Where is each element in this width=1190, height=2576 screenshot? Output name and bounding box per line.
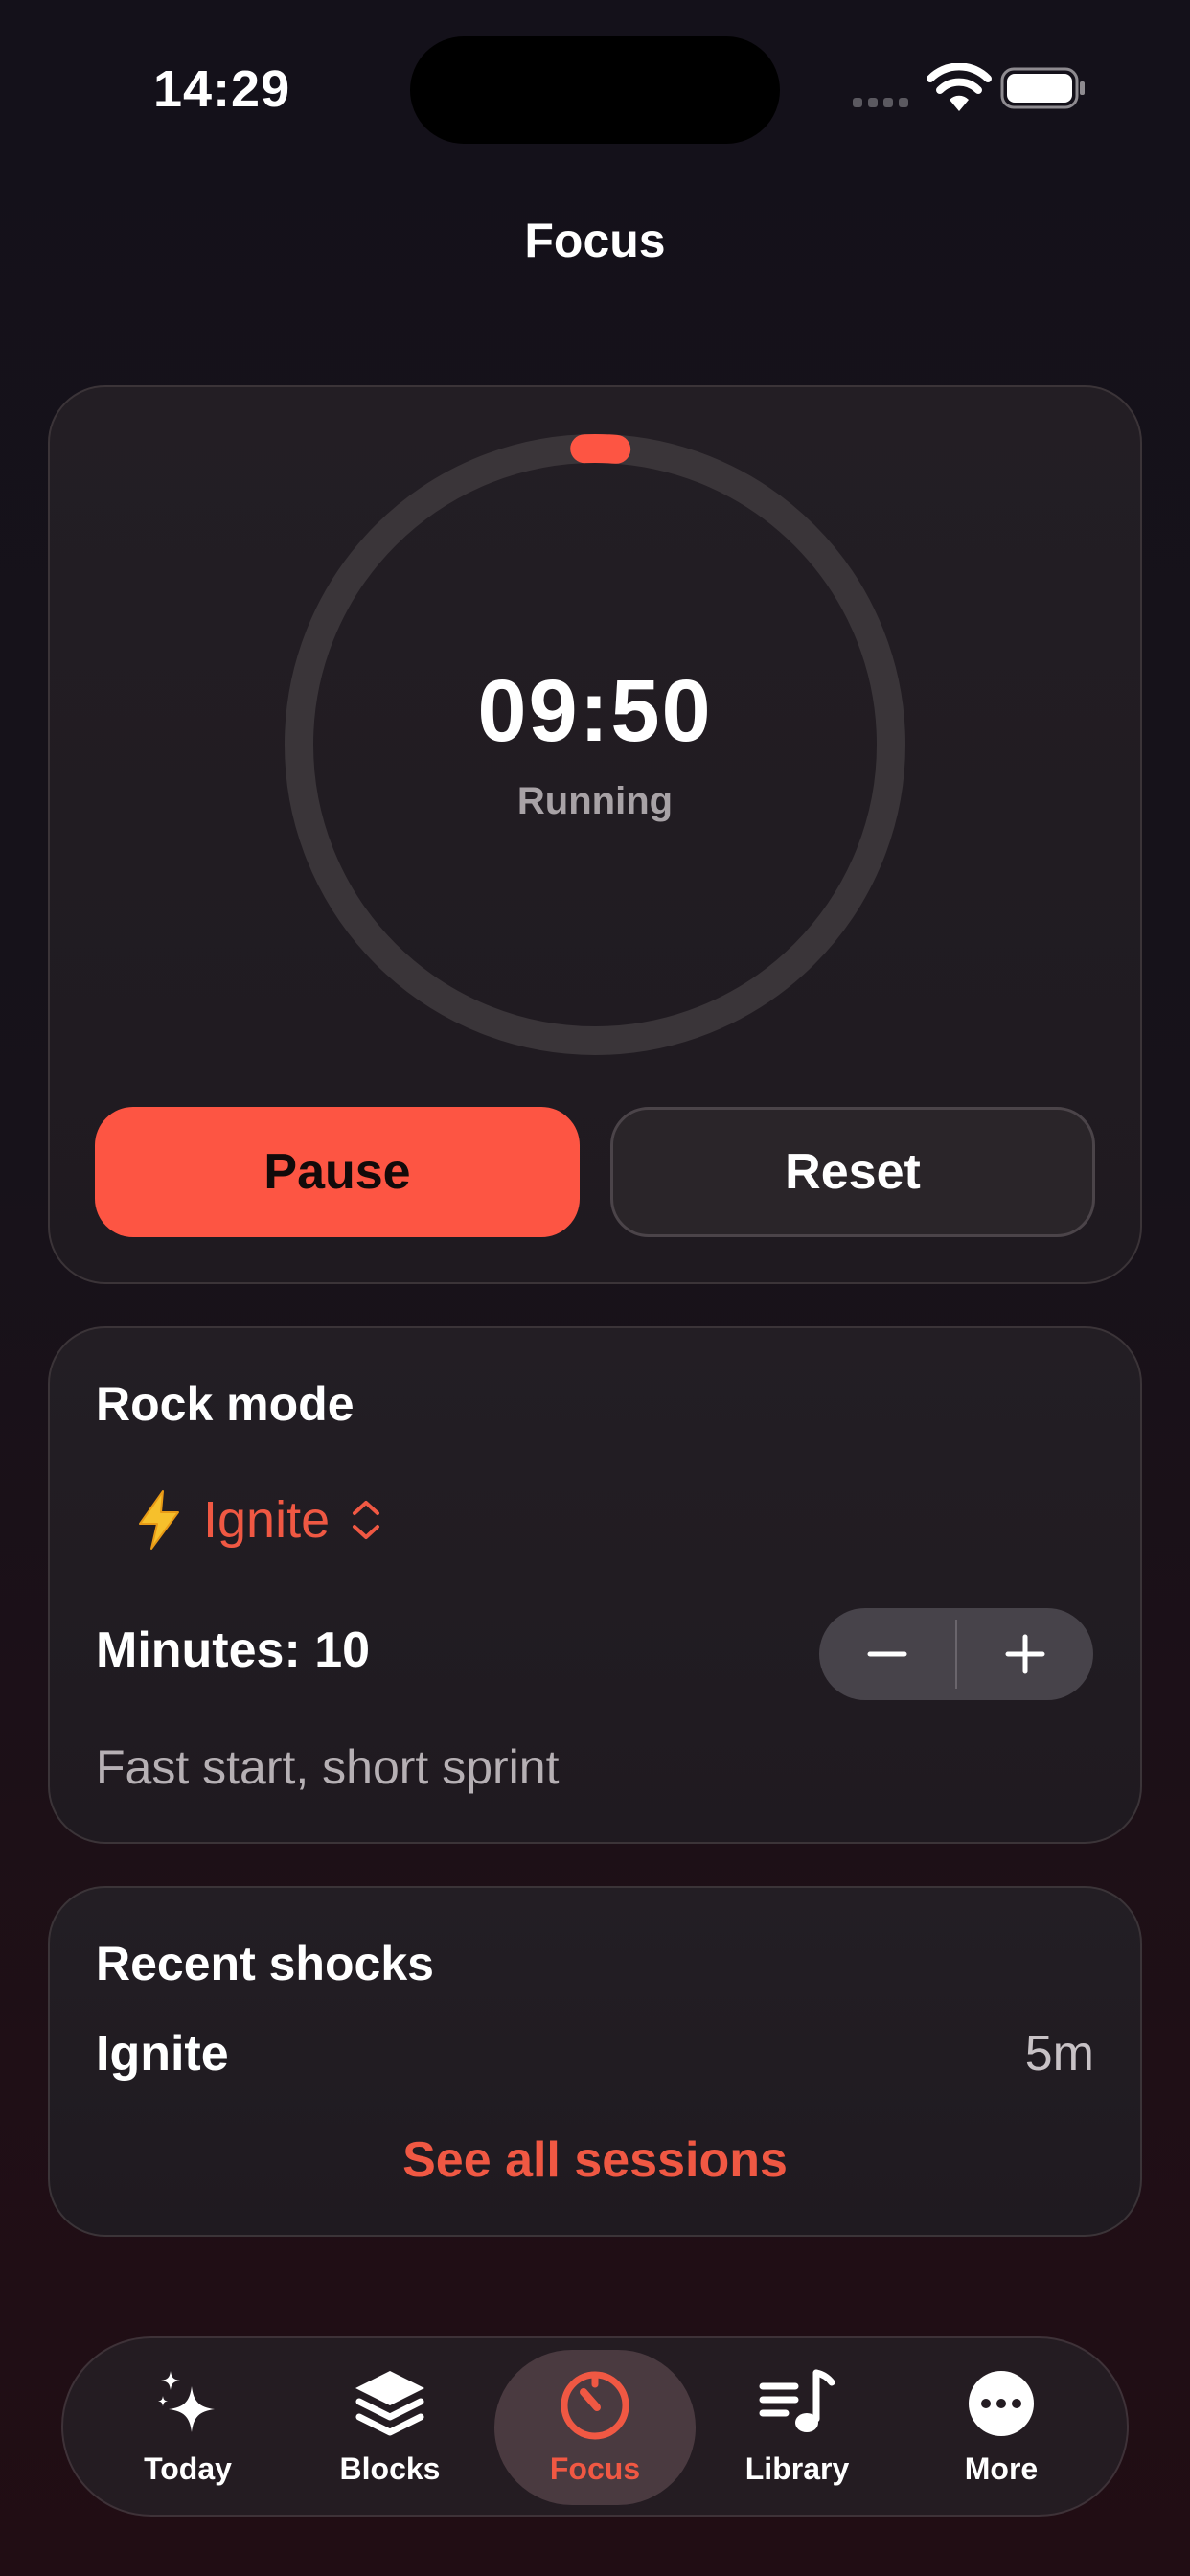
increment-button[interactable] <box>957 1608 1093 1700</box>
tab-label: Blocks <box>339 2451 441 2486</box>
tab-blocks[interactable]: Blocks <box>289 2350 491 2505</box>
tab-today[interactable]: Today <box>87 2350 288 2505</box>
layers-icon <box>355 2371 424 2436</box>
plus-icon <box>1005 1634 1045 1674</box>
mode-picker[interactable]: Ignite <box>134 1482 383 1558</box>
pause-button[interactable]: Pause <box>95 1107 580 1237</box>
page-title: Focus <box>524 214 666 267</box>
wifi-icon <box>927 63 992 111</box>
sparkles-icon <box>158 2371 215 2432</box>
timer-icon <box>561 2371 629 2440</box>
minus-icon <box>867 1651 907 1657</box>
recent-item-name: Ignite <box>96 2026 229 2082</box>
tab-label: Today <box>144 2451 232 2486</box>
status-time: 14:29 <box>153 60 291 118</box>
chevron-up-down-icon <box>353 1501 380 1539</box>
music-list-icon <box>759 2369 835 2432</box>
reset-button[interactable]: Reset <box>610 1107 1095 1237</box>
minutes-stepper <box>819 1608 1093 1700</box>
minutes-label: Minutes: 10 <box>96 1622 371 1678</box>
mode-picker-label: Ignite <box>203 1491 331 1549</box>
recent-item-duration: 5m <box>1024 2026 1094 2082</box>
tab-library[interactable]: Library <box>697 2350 898 2505</box>
more-icon <box>969 2371 1034 2436</box>
tab-label: Focus <box>549 2451 641 2486</box>
recent-shocks-title: Recent shocks <box>96 1937 434 1990</box>
see-all-sessions-link[interactable]: See all sessions <box>0 2131 1190 2189</box>
timer-display: 09:50 <box>477 662 713 760</box>
cellular-signal-icon <box>853 96 912 109</box>
rock-mode-title: Rock mode <box>96 1377 355 1431</box>
tab-label: Library <box>744 2451 850 2486</box>
tab-more[interactable]: More <box>901 2350 1102 2505</box>
tab-focus[interactable]: Focus <box>494 2350 696 2505</box>
dynamic-island <box>410 36 780 144</box>
mode-description: Fast start, short sprint <box>96 1740 560 1794</box>
timer-state: Running <box>516 780 674 822</box>
battery-icon <box>1000 67 1085 109</box>
decrement-button[interactable] <box>819 1608 955 1700</box>
lightning-bolt-icon <box>139 1490 179 1550</box>
tab-label: More <box>964 2451 1039 2486</box>
